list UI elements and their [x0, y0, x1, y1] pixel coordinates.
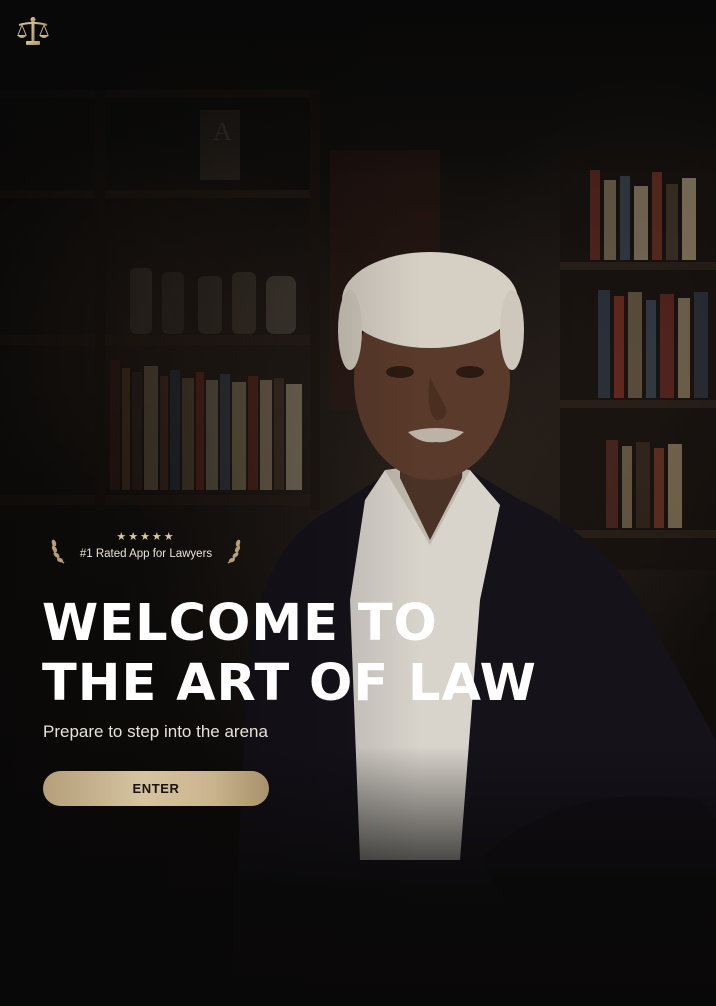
- headline-line-1: WELCOME TO: [42, 594, 438, 653]
- laurel-right-icon: [227, 539, 241, 564]
- enter-button[interactable]: ENTER: [43, 771, 269, 806]
- hero-headline: WELCOME TO THE ART OF LAW: [42, 594, 642, 714]
- landing-page: A: [0, 0, 716, 1006]
- five-star-icons: ★★★★★: [116, 530, 176, 543]
- rating-badge: ★★★★★ #1 Rated App for Lawyers: [50, 530, 242, 566]
- scales-of-justice-icon[interactable]: [16, 16, 50, 48]
- hero-subtitle: Prepare to step into the arena: [43, 722, 268, 741]
- headline-line-2: THE ART OF LAW: [42, 654, 537, 713]
- badge-text: #1 Rated App for Lawyers: [79, 548, 213, 560]
- top-vignette: [0, 0, 716, 180]
